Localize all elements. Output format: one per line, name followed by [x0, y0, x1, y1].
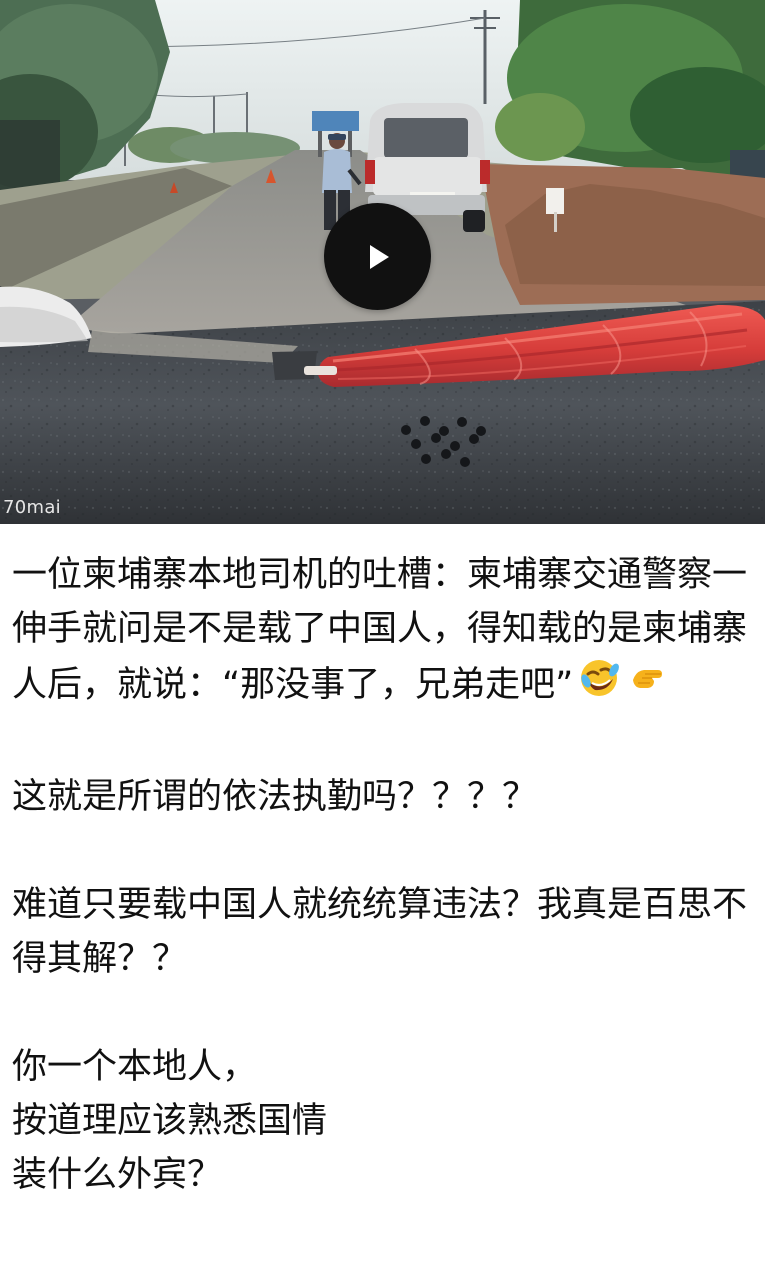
- social-post-screen: 7B: [0, 0, 765, 1280]
- paragraph-gap-2: [12, 824, 752, 878]
- post-body: 一位柬埔寨本地司机的吐槽：柬埔寨交通警察一伸手就问是不是载了中国人，得知载的是柬…: [12, 548, 752, 1202]
- post-paragraph-1: 一位柬埔寨本地司机的吐槽：柬埔寨交通警察一伸手就问是不是载了中国人，得知载的是柬…: [12, 548, 752, 716]
- pointing-right-icon: [625, 656, 669, 716]
- play-button[interactable]: [324, 203, 431, 310]
- video-watermark: 70mai: [3, 497, 61, 518]
- post-paragraph-3: 难道只要载中国人就统统算违法？我真是百思不得其解？？: [12, 885, 748, 979]
- rolling-laughing-icon: [577, 656, 621, 716]
- video-preview[interactable]: 7B: [0, 0, 765, 524]
- paragraph-gap-3: [12, 986, 752, 1040]
- post-paragraph-2: 这就是所谓的依法执勤吗？？？？: [12, 777, 538, 817]
- post-paragraph-4: 你一个本地人，: [12, 1047, 258, 1087]
- play-icon: [369, 244, 389, 269]
- paragraph-gap-1: [12, 716, 752, 770]
- post-paragraph-6: 装什么外宾？: [12, 1155, 223, 1195]
- post-paragraph-5: 按道理应该熟悉国情: [12, 1101, 328, 1141]
